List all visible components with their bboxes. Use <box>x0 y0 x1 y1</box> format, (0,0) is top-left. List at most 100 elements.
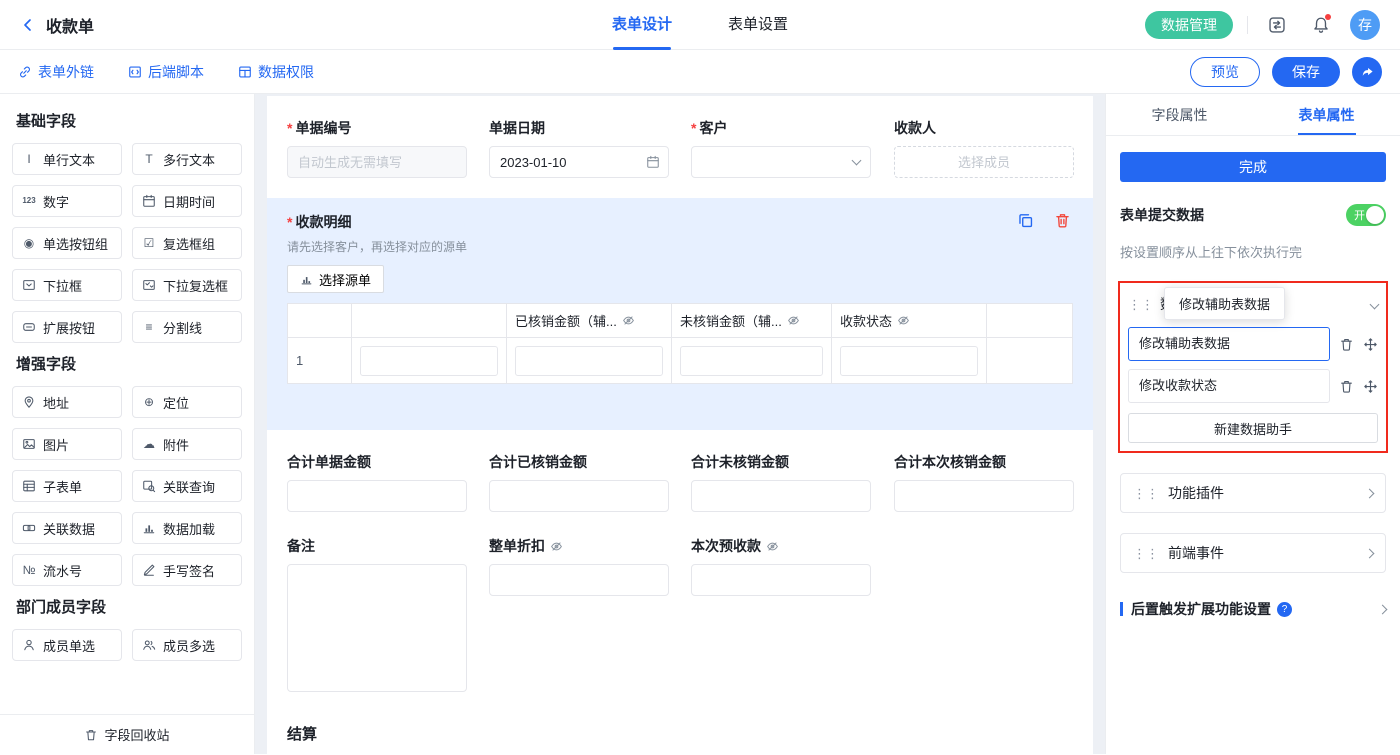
field-item-image[interactable]: 图片 <box>12 428 122 460</box>
tab-form-properties[interactable]: 表单属性 <box>1253 94 1400 135</box>
tab-form-design[interactable]: 表单设计 <box>584 0 700 50</box>
total-current-input[interactable] <box>894 480 1074 512</box>
field-item-serial[interactable]: № 流水号 <box>12 554 122 586</box>
field-item-divider[interactable]: ≡ 分割线 <box>132 311 242 343</box>
field-item-multi-text[interactable]: T 多行文本 <box>132 143 242 175</box>
copy-icon <box>1017 212 1034 229</box>
eye-off-icon[interactable] <box>550 540 563 553</box>
save-button[interactable]: 保存 <box>1272 57 1340 87</box>
field-item-attachment[interactable]: ☁ 附件 <box>132 428 242 460</box>
eye-off-icon[interactable] <box>897 314 910 327</box>
field-label: 子表单 <box>43 477 82 496</box>
backend-script-link[interactable]: 后端脚本 <box>128 62 204 82</box>
drag-handle-icon[interactable]: ⋮⋮ <box>1128 298 1154 311</box>
total-unverified-input[interactable] <box>691 480 871 512</box>
total-unverified-label: 合计未核销金额 <box>691 452 894 472</box>
new-assistant-button[interactable]: 新建数据助手 <box>1128 413 1378 443</box>
assistant-name-box[interactable]: 修改收款状态 <box>1128 369 1330 403</box>
doc-date-input[interactable] <box>489 146 669 178</box>
notification-button[interactable] <box>1306 10 1336 40</box>
eye-off-icon[interactable] <box>622 314 635 327</box>
detail-cell-empty <box>987 338 1073 384</box>
drag-handle-icon[interactable]: ⋮⋮ <box>1133 487 1159 500</box>
detail-cell-input[interactable] <box>680 346 823 376</box>
delete-field-button[interactable] <box>1054 212 1071 229</box>
field-item-linked-data[interactable]: 关联数据 <box>12 512 122 544</box>
field-item-radio-group[interactable]: ◉ 单选按钮组 <box>12 227 122 259</box>
plugins-row[interactable]: ⋮⋮ 功能插件 <box>1120 473 1386 513</box>
doc-date-label-text: 单据日期 <box>489 118 545 138</box>
assistant-delete-button[interactable] <box>1339 379 1354 394</box>
assistant-name-box[interactable]: 修改辅助表数据 <box>1128 327 1330 361</box>
tab-form-settings[interactable]: 表单设置 <box>700 0 816 50</box>
detail-col-index[interactable] <box>288 304 352 338</box>
detail-cell-input[interactable] <box>840 346 978 376</box>
data-manage-button[interactable]: 数据管理 <box>1145 11 1233 39</box>
field-item-address[interactable]: 地址 <box>12 386 122 418</box>
totals-row: 合计单据金额 合计已核销金额 合计未核销金额 合计本次核销金额 <box>287 452 1077 512</box>
field-item-dropdown-multi[interactable]: 下拉复选框 <box>132 269 242 301</box>
prepay-label: 本次预收款 <box>691 536 894 556</box>
field-item-data-load[interactable]: 数据加载 <box>132 512 242 544</box>
prepay-input[interactable] <box>691 564 871 596</box>
detail-col-unverified[interactable]: 未核销金额（辅... <box>672 304 832 338</box>
preview-button[interactable]: 预览 <box>1190 57 1260 87</box>
copy-field-button[interactable] <box>1017 212 1034 229</box>
drag-handle-icon[interactable]: ⋮⋮ <box>1133 547 1159 560</box>
field-item-subform[interactable]: 子表单 <box>12 470 122 502</box>
people-icon <box>141 638 157 652</box>
data-assistant-group-header[interactable]: ⋮⋮ 数 修改辅助表数据 <box>1128 289 1378 319</box>
field-item-member-multi[interactable]: 成员多选 <box>132 629 242 661</box>
detail-cell-input[interactable] <box>360 346 498 376</box>
row-index-cell: 1 <box>288 338 352 384</box>
detail-col-extra <box>987 304 1073 338</box>
field-item-linked-query[interactable]: 关联查询 <box>132 470 242 502</box>
data-permission-link[interactable]: 数据权限 <box>238 62 314 82</box>
field-item-datetime[interactable]: 日期时间 <box>132 185 242 217</box>
tab-field-properties[interactable]: 字段属性 <box>1106 94 1253 135</box>
detail-col-verified[interactable]: 已核销金额（辅... <box>507 304 672 338</box>
field-item-locate[interactable]: ⊕ 定位 <box>132 386 242 418</box>
detail-col-status[interactable]: 收款状态 <box>832 304 987 338</box>
assistant-delete-button[interactable] <box>1339 337 1354 352</box>
map-pin-icon <box>21 395 37 409</box>
field-item-dropdown[interactable]: 下拉框 <box>12 269 122 301</box>
help-icon[interactable]: ? <box>1277 602 1292 617</box>
eye-off-icon[interactable] <box>787 314 800 327</box>
source-chart-icon <box>300 273 313 286</box>
remark-textarea[interactable] <box>287 564 467 692</box>
field-item-single-text[interactable]: I 单行文本 <box>12 143 122 175</box>
eye-off-icon[interactable] <box>766 540 779 553</box>
post-trigger-row[interactable]: 后置触发扩展功能设置 ? <box>1120 599 1386 619</box>
detail-subform-section[interactable]: * 收款明细 <box>267 198 1093 430</box>
checkbox-icon: ☑ <box>141 237 157 249</box>
done-button[interactable]: 完成 <box>1120 152 1386 182</box>
total-verified-input[interactable] <box>489 480 669 512</box>
detail-col-1[interactable] <box>352 304 507 338</box>
field-item-number[interactable]: 123 数字 <box>12 185 122 217</box>
back-button[interactable] <box>20 17 36 33</box>
assistant-move-button[interactable] <box>1363 337 1378 352</box>
field-label: 附件 <box>163 435 189 454</box>
avatar[interactable]: 存 <box>1350 10 1380 40</box>
transfer-button[interactable] <box>1262 10 1292 40</box>
select-source-button[interactable]: 选择源单 <box>287 265 384 293</box>
field-item-checkbox-group[interactable]: ☑ 复选框组 <box>132 227 242 259</box>
multi-text-icon: T <box>141 153 157 165</box>
form-external-link[interactable]: 表单外链 <box>18 62 94 82</box>
assistant-move-button[interactable] <box>1363 379 1378 394</box>
doc-no-input[interactable] <box>287 146 467 178</box>
header-tabs: 表单设计 表单设置 <box>584 0 816 50</box>
field-recycle-bin[interactable]: 字段回收站 <box>0 714 254 754</box>
discount-input[interactable] <box>489 564 669 596</box>
field-item-signature[interactable]: 手写签名 <box>132 554 242 586</box>
frontend-events-row[interactable]: ⋮⋮ 前端事件 <box>1120 533 1386 573</box>
share-button[interactable] <box>1352 57 1382 87</box>
submit-data-toggle[interactable]: 开 <box>1346 204 1386 226</box>
field-item-member-single[interactable]: 成员单选 <box>12 629 122 661</box>
detail-cell-input[interactable] <box>515 346 663 376</box>
total-amount-input[interactable] <box>287 480 467 512</box>
customer-select[interactable] <box>691 146 871 178</box>
field-item-ext-button[interactable]: 扩展按钮 <box>12 311 122 343</box>
payee-input[interactable] <box>894 146 1074 178</box>
